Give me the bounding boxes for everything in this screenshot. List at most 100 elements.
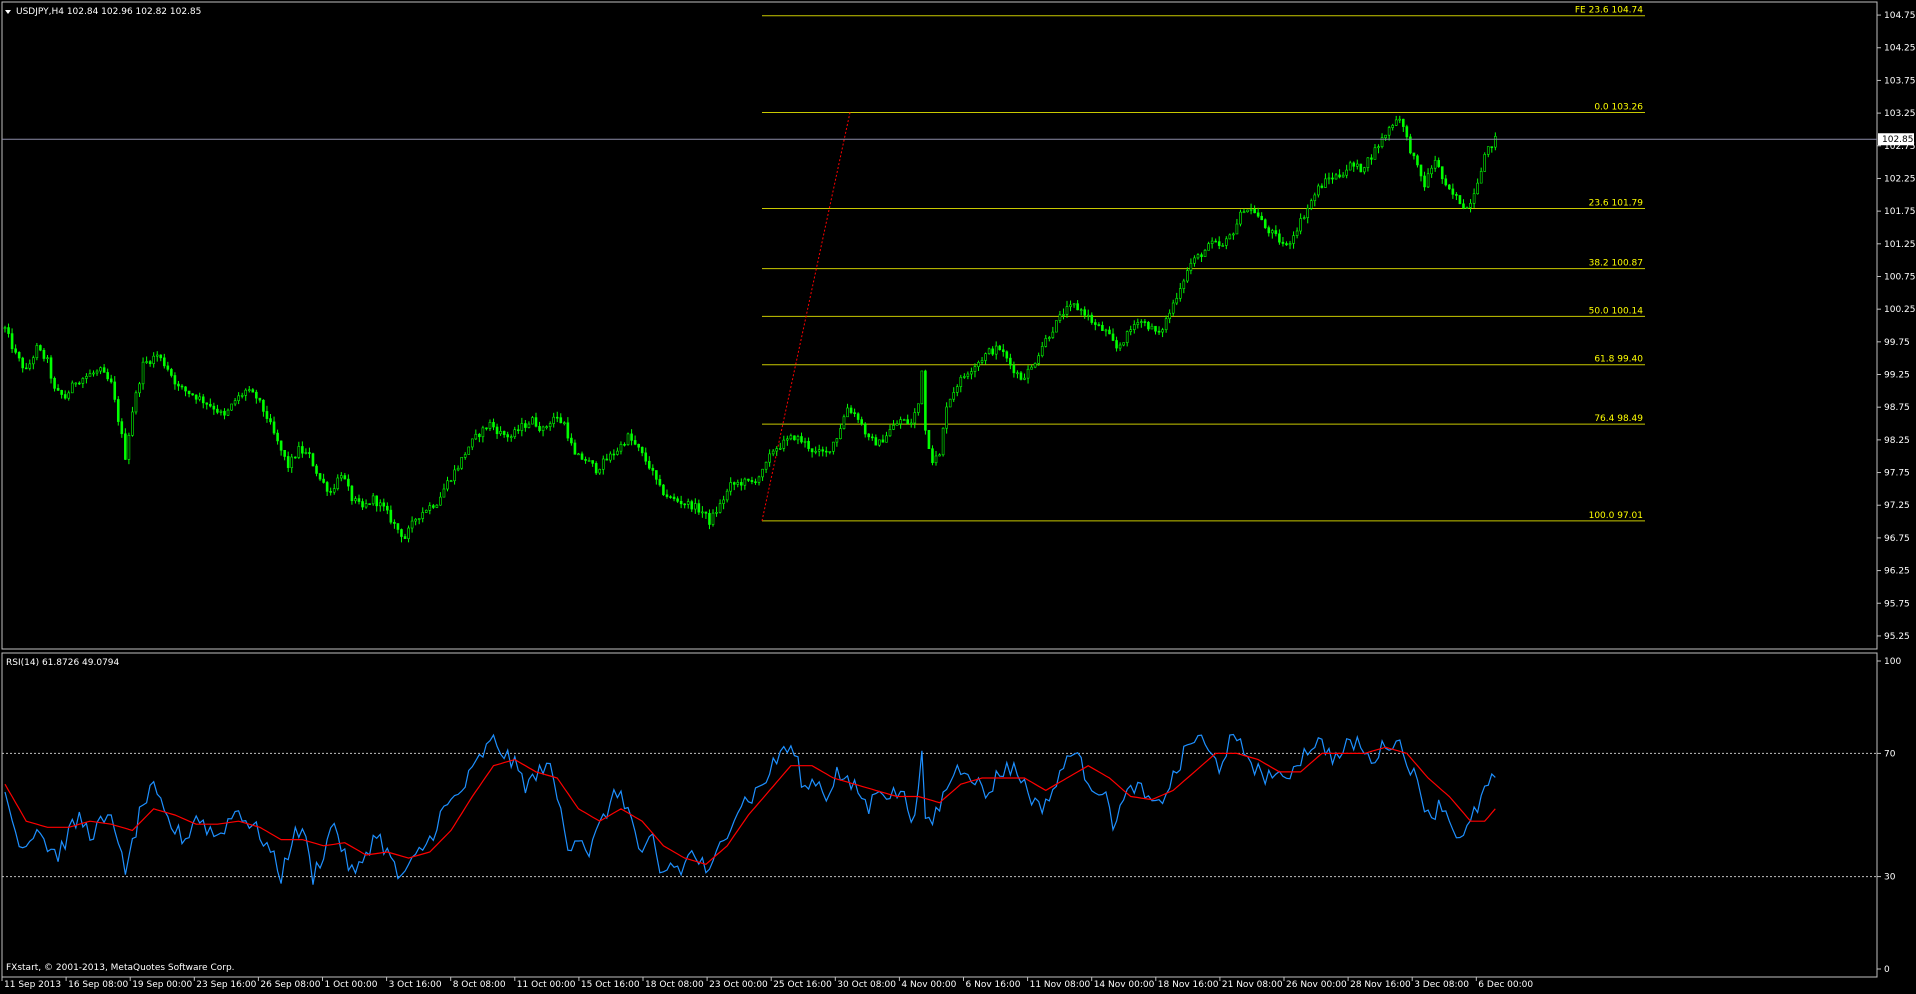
candle-body bbox=[1186, 270, 1189, 282]
candle-body bbox=[1086, 314, 1090, 317]
candle-body bbox=[163, 357, 166, 367]
candle-body bbox=[201, 396, 205, 404]
candle-body bbox=[1377, 146, 1380, 149]
candle-body bbox=[598, 469, 602, 474]
candle-body bbox=[771, 450, 775, 455]
candle-body bbox=[690, 501, 694, 510]
candle-body bbox=[1366, 157, 1370, 168]
candle-body bbox=[350, 485, 354, 502]
price-tick-label: 101.25 bbox=[1884, 240, 1916, 250]
candle-body bbox=[216, 408, 219, 413]
candle-body bbox=[407, 527, 410, 539]
candle-body bbox=[1253, 209, 1256, 214]
candle-body bbox=[662, 484, 665, 496]
candle-body bbox=[446, 480, 449, 490]
candle-body bbox=[1398, 118, 1402, 121]
rsi-panel: 100 70 30 0 bbox=[2, 657, 1901, 975]
candle-body bbox=[1387, 127, 1391, 136]
candle-body bbox=[53, 378, 56, 389]
candle-body bbox=[1324, 178, 1327, 188]
candle-body bbox=[814, 450, 817, 453]
candle-body bbox=[1090, 314, 1094, 323]
candle-body bbox=[1260, 215, 1263, 221]
candle-body bbox=[955, 386, 959, 393]
candle-body bbox=[909, 422, 913, 425]
candle-body bbox=[1317, 185, 1320, 196]
time-tick-label: 23 Sep 16:00 bbox=[196, 980, 256, 990]
candle-body bbox=[959, 376, 963, 387]
candle-body bbox=[1147, 321, 1150, 330]
candle-body bbox=[732, 482, 736, 485]
fib-level-label: 50.0 100.14 bbox=[1589, 306, 1644, 316]
candle-body bbox=[63, 394, 67, 399]
candle-body bbox=[870, 436, 874, 439]
time-tick-label: 28 Nov 16:00 bbox=[1350, 980, 1411, 990]
candle-body bbox=[1490, 146, 1494, 148]
candle-body bbox=[524, 423, 527, 428]
candle-body bbox=[3, 327, 7, 330]
candle-body bbox=[1058, 314, 1062, 321]
candle-body bbox=[368, 503, 371, 505]
candle-body bbox=[1037, 355, 1040, 364]
candle-body bbox=[152, 355, 155, 364]
time-axis[interactable]: 11 Sep 2013 16 Sep 08:00 19 Sep 00:00 23 Se… bbox=[1, 977, 1533, 990]
candle-body bbox=[563, 422, 566, 425]
candle-body bbox=[343, 475, 347, 480]
rsi-tick-label: 0 bbox=[1884, 965, 1890, 975]
candle-body bbox=[1402, 118, 1405, 127]
time-tick-label: 18 Oct 08:00 bbox=[645, 980, 704, 990]
chart-menu-triangle-icon[interactable] bbox=[5, 10, 11, 14]
candle-body bbox=[1263, 219, 1267, 228]
fibonacci-levels[interactable]: FE 23.6 104.74 0.0 103.26 23.6 101.79 38.2 … bbox=[761, 6, 1645, 522]
candle-body bbox=[552, 416, 556, 424]
candle-body bbox=[1157, 330, 1161, 333]
candle-body bbox=[768, 453, 771, 463]
time-tick-label: 30 Oct 08:00 bbox=[837, 980, 896, 990]
candle-body bbox=[269, 418, 272, 423]
candle-body bbox=[920, 370, 924, 405]
candle-body bbox=[888, 429, 892, 437]
candle-body bbox=[1444, 178, 1448, 186]
candle-body bbox=[286, 456, 290, 468]
candle-body bbox=[1405, 126, 1409, 138]
candle-body bbox=[605, 458, 609, 461]
candle-body bbox=[315, 465, 318, 474]
price-tick-label: 98.75 bbox=[1884, 403, 1910, 413]
time-tick-label: 8 Oct 08:00 bbox=[453, 980, 506, 990]
candle-body bbox=[74, 382, 78, 385]
candle-body bbox=[24, 367, 28, 370]
candle-body bbox=[155, 354, 159, 357]
candle-body bbox=[424, 510, 428, 513]
price-tick-label: 101.75 bbox=[1884, 207, 1916, 217]
price-tick-label: 103.75 bbox=[1884, 76, 1916, 86]
candle-body bbox=[1359, 163, 1363, 173]
candle-body bbox=[194, 394, 198, 400]
chart-canvas: FE 23.6 104.74 0.0 103.26 23.6 101.79 38.2 … bbox=[1, 1, 1916, 990]
candle-body bbox=[917, 403, 920, 413]
candle-body bbox=[534, 417, 538, 427]
candle-body bbox=[1320, 185, 1324, 188]
candle-body bbox=[885, 435, 888, 443]
candle-body bbox=[1079, 309, 1083, 311]
time-tick-label: 4 Nov 00:00 bbox=[901, 980, 956, 990]
candle-body bbox=[403, 536, 407, 539]
candle-body bbox=[1345, 169, 1348, 176]
candle-body bbox=[205, 402, 209, 405]
candle-body bbox=[693, 503, 697, 510]
candle-body bbox=[439, 496, 442, 506]
candle-body bbox=[527, 423, 531, 428]
candle-body bbox=[1476, 182, 1479, 195]
candle-body bbox=[1327, 177, 1331, 180]
candle-body bbox=[428, 505, 432, 511]
candle-body bbox=[778, 448, 782, 450]
candle-body bbox=[502, 431, 506, 435]
time-tick-label: 11 Sep 2013 bbox=[4, 980, 61, 990]
candle-body bbox=[81, 378, 85, 384]
candle-body bbox=[46, 357, 49, 360]
candle-body bbox=[775, 448, 779, 452]
candle-body bbox=[1030, 366, 1033, 370]
candle-body bbox=[233, 400, 237, 405]
candle-body bbox=[609, 453, 612, 461]
candle-body bbox=[506, 434, 509, 438]
candle-body bbox=[332, 488, 336, 493]
